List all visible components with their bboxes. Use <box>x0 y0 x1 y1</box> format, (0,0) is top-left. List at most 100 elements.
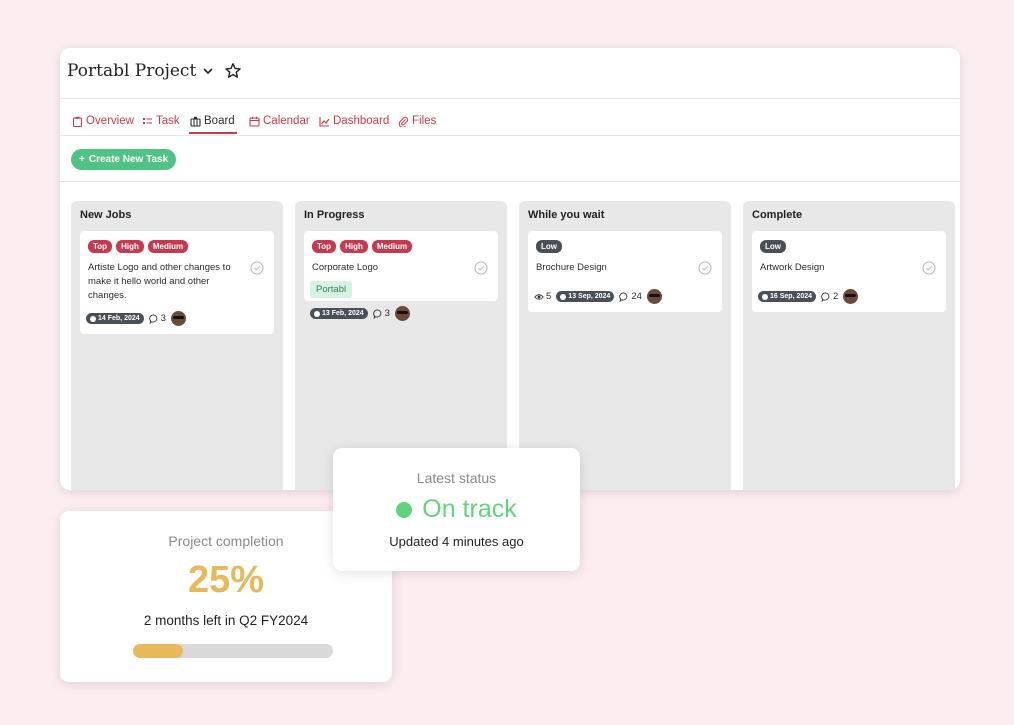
column-title: Complete <box>752 209 803 221</box>
clipboard-icon <box>72 116 83 127</box>
completion-subtitle: 2 months left in Q2 FY2024 <box>143 613 309 628</box>
task-meta: 14 Feb, 2024 3 <box>86 311 186 326</box>
task-card[interactable]: Top High Medium Artiste Logo and other c… <box>80 231 274 334</box>
priority-tag: Medium <box>147 240 189 253</box>
status-value-text: On track <box>422 495 517 523</box>
comment-count-text: 3 <box>384 308 390 319</box>
priority-tag: High <box>340 240 368 253</box>
list-icon <box>143 117 152 124</box>
tab-dashboard-label: Dashboard <box>333 115 390 127</box>
tag-list: Top High Medium <box>312 240 413 253</box>
tab-overview[interactable]: Overview <box>72 115 134 127</box>
comment-count[interactable]: 24 <box>619 291 642 302</box>
board-column-while-you-wait: While you wait Low Brochure Design 5 13 … <box>519 201 731 490</box>
toolbar: + Create New Task <box>60 136 960 182</box>
comment-icon <box>821 292 830 302</box>
tab-overview-label: Overview <box>86 115 134 127</box>
paperclip-icon <box>398 116 409 127</box>
priority-tag: Medium <box>371 240 413 253</box>
tab-board-label: Board <box>204 115 235 127</box>
comment-count[interactable]: 2 <box>821 291 838 302</box>
due-date-badge: 16 Sep, 2024 <box>758 291 817 302</box>
comment-icon <box>148 314 157 324</box>
task-title: Brochure Design <box>536 262 607 273</box>
status-label: Latest status <box>416 470 497 486</box>
completion-progress-bar <box>133 644 333 658</box>
view-count: 5 <box>534 291 551 302</box>
tab-dashboard[interactable]: Dashboard <box>319 115 389 127</box>
active-tab-indicator <box>189 132 237 134</box>
comment-icon <box>619 292 628 302</box>
priority-tag: Low <box>760 240 786 253</box>
plus-icon: + <box>79 154 85 165</box>
tag-list: Low <box>536 240 562 253</box>
create-new-task-button[interactable]: + Create New Task <box>71 149 177 170</box>
priority-tag: Top <box>312 240 337 253</box>
create-new-task-label: Create New Task <box>88 154 169 165</box>
column-title: New Jobs <box>80 209 132 221</box>
tab-bar: Overview Task Board Calendar Dashboard F… <box>60 99 960 136</box>
column-title: In Progress <box>304 209 365 221</box>
task-title: Artwork Design <box>760 262 825 273</box>
eye-icon <box>534 293 544 300</box>
priority-tag: Low <box>536 240 562 253</box>
tab-board[interactable]: Board <box>190 115 235 127</box>
due-date-text: 13 Sep, 2024 <box>568 293 611 300</box>
task-meta: 16 Sep, 2024 2 <box>758 289 859 304</box>
comment-count[interactable]: 3 <box>372 308 390 319</box>
status-value: On track <box>333 495 580 524</box>
comment-count-text: 24 <box>631 291 642 302</box>
tab-calendar-label: Calendar <box>263 115 310 127</box>
comment-icon <box>372 309 381 319</box>
project-title: Portabl Project <box>67 61 197 81</box>
completion-progress-fill <box>133 644 183 658</box>
avatar[interactable] <box>394 306 410 321</box>
clock-icon <box>762 293 768 300</box>
latest-status-card: Latest status On track Updated 4 minutes… <box>333 448 580 571</box>
check-circle-icon[interactable] <box>474 261 488 275</box>
board-column-complete: Complete Low Artwork Design 16 Sep, 2024… <box>743 201 955 490</box>
task-card[interactable]: Low Brochure Design 5 13 Sep, 2024 24 <box>528 231 722 312</box>
board-column-new-jobs: New Jobs Top High Medium Artiste Logo an… <box>71 201 283 490</box>
tab-files-label: Files <box>412 115 437 127</box>
tab-task[interactable]: Task <box>142 115 180 127</box>
calendar-icon <box>249 116 260 127</box>
avatar[interactable] <box>170 311 186 326</box>
task-title: Corporate Logo <box>312 262 379 273</box>
check-circle-icon[interactable] <box>250 261 264 275</box>
due-date-badge: 13 Feb, 2024 <box>310 308 368 319</box>
avatar[interactable] <box>843 289 859 304</box>
project-window: Portabl Project Overview Task Board Cale… <box>60 48 960 490</box>
tag-list: Low <box>760 240 786 253</box>
star-icon[interactable] <box>224 62 242 80</box>
due-date-text: 13 Feb, 2024 <box>322 310 364 317</box>
due-date-badge: 13 Sep, 2024 <box>556 291 615 302</box>
column-title: While you wait <box>528 209 605 221</box>
status-updated-time: Updated 4 minutes ago <box>389 534 524 549</box>
priority-tag: High <box>116 240 144 253</box>
check-circle-icon[interactable] <box>922 261 936 275</box>
project-header: Portabl Project <box>60 48 960 99</box>
comment-count[interactable]: 3 <box>148 313 166 324</box>
chart-icon <box>319 116 330 127</box>
check-circle-icon[interactable] <box>698 261 712 275</box>
board-column-in-progress: In Progress Top High Medium Corporate Lo… <box>295 201 507 490</box>
due-date-text: 14 Feb, 2024 <box>98 315 140 322</box>
comment-count-text: 2 <box>833 291 839 302</box>
tab-files[interactable]: Files <box>398 115 436 127</box>
comment-count-text: 3 <box>160 313 166 324</box>
clock-icon <box>560 293 567 300</box>
clock-icon <box>90 315 96 322</box>
tab-calendar[interactable]: Calendar <box>249 115 310 127</box>
task-meta: 13 Feb, 2024 3 <box>310 306 410 321</box>
board-icon <box>190 116 201 127</box>
due-date-text: 16 Sep, 2024 <box>770 293 813 300</box>
avatar[interactable] <box>646 289 662 304</box>
task-title: Artiste Logo and other changes to make i… <box>88 262 231 301</box>
task-card[interactable]: Top High Medium Corporate Logo Portabl <box>304 231 498 301</box>
chevron-down-icon[interactable] <box>201 64 215 78</box>
task-meta: 5 13 Sep, 2024 24 <box>534 289 662 304</box>
clock-icon <box>314 310 320 317</box>
task-card[interactable]: Low Artwork Design 16 Sep, 2024 2 <box>752 231 946 312</box>
project-label-chip[interactable]: Portabl <box>310 281 353 298</box>
